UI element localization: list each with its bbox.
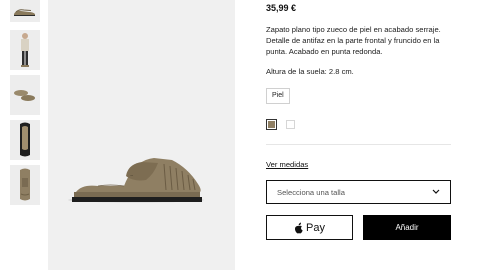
sole-height: Altura de la suela: 2.8 cm. [266,67,354,76]
apple-icon [294,222,303,233]
color-swatch-white[interactable] [286,120,295,129]
divider [266,144,451,145]
main-product-image[interactable]: ~ [48,0,235,270]
add-to-cart-button[interactable]: Añadir [363,215,451,240]
product-price: 35,99 € [266,3,297,13]
thumbnail-3[interactable] [10,75,40,115]
material-chip[interactable]: Piel [266,88,290,104]
chevron-down-icon [432,188,440,197]
shoe-pair-top-icon [14,90,35,101]
svg-text:~: ~ [130,173,133,178]
mule-shoe-icon: ~ [68,158,204,203]
thumbnail-gallery [10,0,44,210]
size-select-placeholder: Selecciona una talla [277,187,345,197]
thumbnail-1[interactable] [10,0,40,22]
thumbnail-4[interactable] [10,120,40,160]
size-select[interactable]: Selecciona una talla [266,180,451,204]
color-swatches [266,119,295,130]
shoe-top-view-icon [20,168,30,201]
model-wearing-icon [21,33,29,67]
product-description: Zapato plano tipo zueco de piel en acaba… [266,25,441,56]
thumbnail-2[interactable] [10,30,40,70]
shoe-pair-icon [14,9,35,16]
color-swatch-brown[interactable] [266,119,277,130]
swatch-fill [268,121,275,128]
apple-pay-button[interactable]: Pay [266,215,353,240]
apple-pay-label: Pay [306,221,325,234]
thumbnail-5[interactable] [10,165,40,205]
size-guide-link[interactable]: Ver medidas [266,160,308,169]
shoe-sole-icon [20,122,30,157]
